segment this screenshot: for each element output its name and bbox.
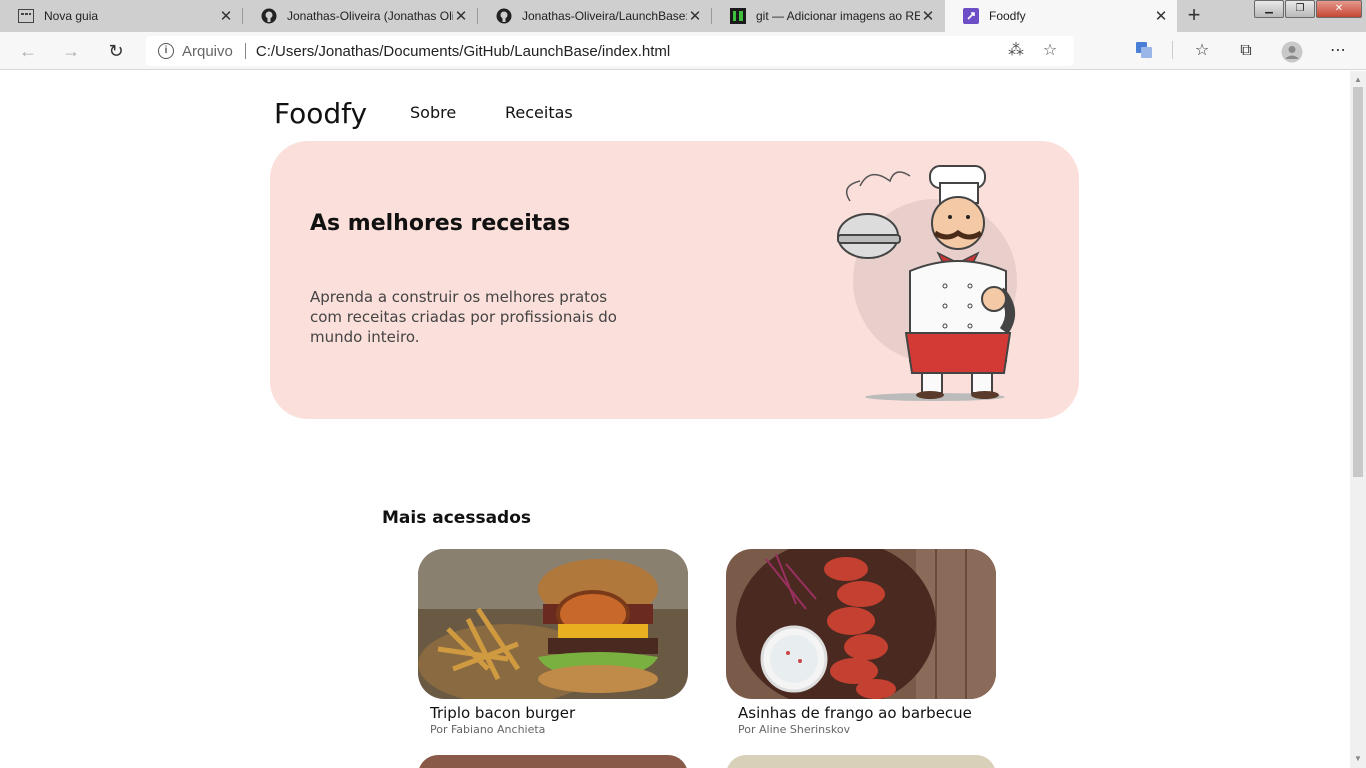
translate-icon[interactable]: [1134, 41, 1154, 61]
stackoverflow-icon: [730, 8, 746, 24]
url-text[interactable]: C:/Users/Jonathas/Documents/GitHub/Launc…: [256, 43, 1006, 60]
tab-title: git — Adicionar imagens ao README: [756, 9, 920, 23]
close-icon[interactable]: ✕: [687, 7, 703, 25]
vertical-scrollbar[interactable]: ▲ ▼: [1350, 71, 1366, 768]
divider: [1172, 41, 1173, 59]
tab-title: Jonathas-Oliveira/LaunchBase: Ex: [522, 9, 687, 23]
new-tab-icon: [18, 8, 34, 24]
profile-avatar-icon[interactable]: [1281, 41, 1303, 63]
recipe-author: Por Aline Sherinskov: [738, 723, 851, 736]
recipe-image-chicken-wings[interactable]: [726, 549, 996, 699]
tab-foodfy[interactable]: Foodfy ✕: [945, 0, 1177, 32]
section-title: Mais acessados: [382, 508, 532, 528]
hero-banner: As melhores receitas Aprenda a construir…: [270, 141, 1079, 419]
tab-title: Nova guia: [44, 9, 99, 23]
recipe-title[interactable]: Asinhas de frango ao barbecue: [738, 704, 996, 722]
nav-link-sobre[interactable]: Sobre: [410, 103, 456, 122]
tab-title: Foodfy: [989, 9, 1026, 23]
close-icon[interactable]: ✕: [920, 7, 936, 25]
tab-git-readme[interactable]: git — Adicionar imagens ao README ✕: [712, 0, 944, 32]
info-icon[interactable]: i: [158, 43, 174, 59]
refresh-button[interactable]: ↻: [102, 39, 130, 63]
recipe-card[interactable]: Asinhas de frango ao barbecue Por Aline …: [726, 549, 996, 736]
window-controls: ▁ ❐ ✕: [1253, 0, 1362, 18]
github-icon: [261, 8, 277, 24]
tab-title: Jonathas-Oliveira (Jonathas Oliveira): [287, 9, 453, 23]
favorites-icon[interactable]: ☆: [1192, 41, 1212, 61]
hero-text: Aprenda a construir os melhores pratos c…: [310, 288, 617, 346]
more-menu-icon[interactable]: ⋯: [1328, 41, 1348, 61]
minimize-button[interactable]: ▁: [1254, 0, 1284, 18]
read-aloud-icon[interactable]: ⁂: [1006, 41, 1026, 61]
divider: [244, 43, 246, 59]
close-icon[interactable]: ✕: [218, 7, 234, 25]
scroll-thumb[interactable]: [1353, 87, 1363, 477]
new-tab-button[interactable]: +: [1180, 2, 1208, 30]
browser-tab-bar: Nova guia ✕ Jonathas-Oliveira (Jonathas …: [0, 0, 1366, 32]
recipe-card-partial[interactable]: [418, 755, 688, 768]
foodfy-favicon-icon: [963, 8, 979, 24]
recipe-image-burger[interactable]: [418, 549, 688, 699]
site-logo[interactable]: Foodfy: [274, 97, 367, 130]
tab-github-repo[interactable]: Jonathas-Oliveira/LaunchBase: Ex ✕: [478, 0, 711, 32]
scroll-up-arrow-icon[interactable]: ▲: [1350, 73, 1366, 87]
recipe-author: Por Fabiano Anchieta: [430, 723, 546, 736]
page-content: Foodfy Sobre Receitas As melhores receit…: [0, 71, 1350, 768]
tab-new-tab[interactable]: Nova guia ✕: [0, 0, 242, 32]
recipe-card-partial[interactable]: [726, 755, 996, 768]
url-field[interactable]: i Arquivo C:/Users/Jonathas/Documents/Gi…: [146, 36, 1074, 66]
tab-github-profile[interactable]: Jonathas-Oliveira (Jonathas Oliveira) ✕: [243, 0, 477, 32]
recipe-card[interactable]: Triplo bacon burger Por Fabiano Anchieta: [418, 549, 688, 736]
chef-illustration: [837, 165, 1017, 401]
forward-button[interactable]: →: [57, 39, 85, 63]
collections-icon[interactable]: ⧉: [1236, 41, 1256, 61]
close-icon[interactable]: ✕: [1153, 7, 1169, 25]
maximize-button[interactable]: ❐: [1285, 0, 1315, 18]
window-close-button[interactable]: ✕: [1316, 0, 1362, 18]
close-icon[interactable]: ✕: [453, 7, 469, 25]
nav-link-receitas[interactable]: Receitas: [505, 103, 573, 122]
site-label: Arquivo: [182, 42, 233, 60]
favorite-star-icon[interactable]: ☆: [1040, 41, 1060, 61]
address-bar: ← → ↻ i Arquivo C:/Users/Jonathas/Docume…: [0, 32, 1366, 70]
github-icon: [496, 8, 512, 24]
back-button[interactable]: ←: [14, 39, 42, 63]
scroll-down-arrow-icon[interactable]: ▼: [1350, 752, 1366, 766]
hero-title: As melhores receitas: [310, 211, 571, 236]
recipe-title[interactable]: Triplo bacon burger: [430, 704, 688, 722]
